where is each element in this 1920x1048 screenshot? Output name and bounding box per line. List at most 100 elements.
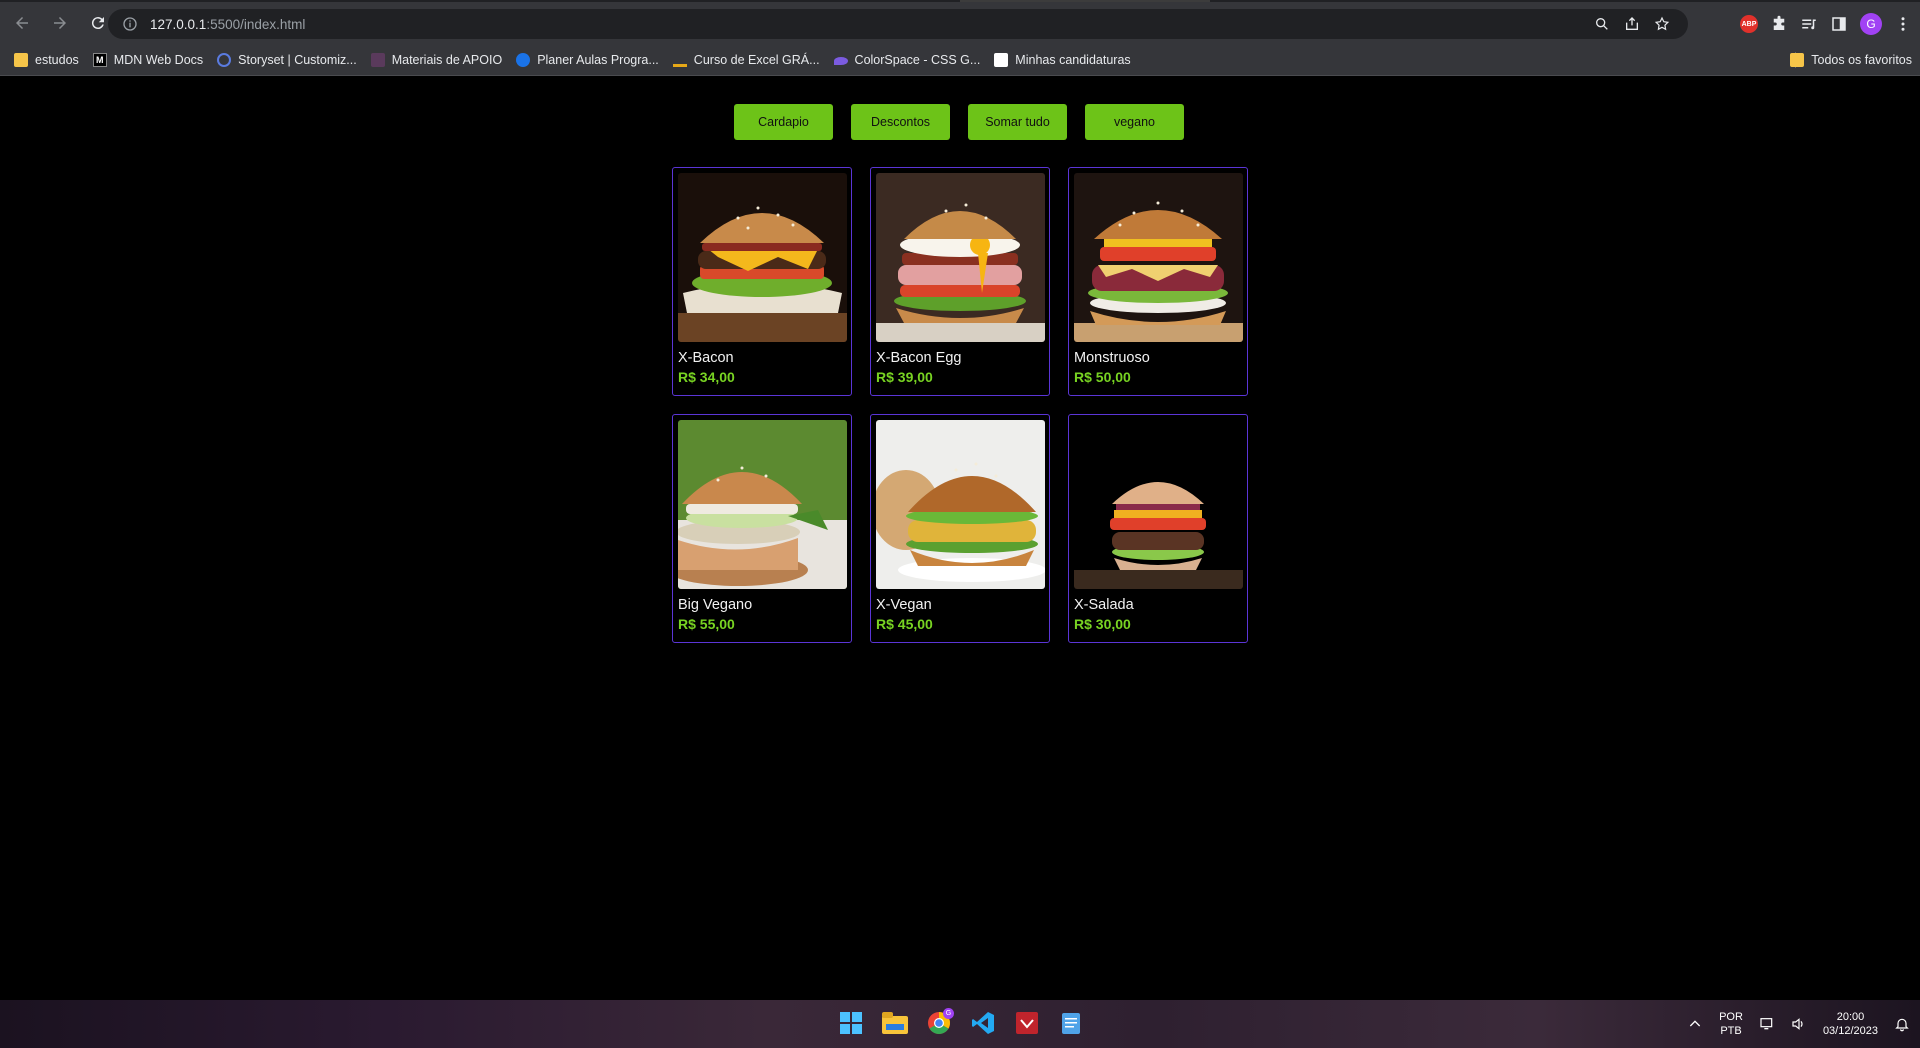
- language-code: POR: [1719, 1011, 1743, 1023]
- bookmark-label: Planer Aulas Progra...: [537, 52, 659, 67]
- bookmark-label: Curso de Excel GRÁ...: [693, 52, 820, 67]
- bookmark-label: MDN Web Docs: [113, 52, 204, 67]
- burger-image: [1074, 173, 1243, 342]
- chrome-icon[interactable]: G: [924, 1008, 954, 1038]
- product-name: X-Vegan: [876, 597, 932, 613]
- mdn-icon: M: [92, 52, 107, 67]
- product-card: X-Bacon R$ 34,00: [672, 167, 852, 396]
- product-name: Big Vegano: [678, 597, 753, 613]
- bookmark-apoio[interactable]: Materiais de APOIO: [370, 52, 503, 67]
- action-buttons: Cardapio Descontos Somar tudo vegano: [734, 104, 1184, 140]
- product-card: Big Vegano R$ 55,00: [672, 414, 852, 643]
- bookmark-mdn[interactable]: M MDN Web Docs: [92, 52, 204, 67]
- notification-bell-icon[interactable]: [1894, 1016, 1910, 1032]
- bookmark-colorspace[interactable]: ColorSpace - CSS G...: [833, 52, 981, 67]
- arrow-right-icon: [54, 17, 66, 29]
- bookmark-label: estudos: [35, 52, 79, 67]
- arrow-left-icon: [16, 17, 28, 29]
- zoom-icon[interactable]: [1594, 16, 1610, 32]
- product-price: R$ 45,00: [876, 616, 933, 632]
- back-button[interactable]: [8, 9, 36, 37]
- url-host: 127.0.0.1: [150, 16, 207, 32]
- share-icon[interactable]: [1624, 16, 1640, 32]
- bookmark-planer[interactable]: Planer Aulas Progra...: [516, 52, 659, 67]
- bookmark-candidaturas[interactable]: Minhas candidaturas: [994, 52, 1131, 67]
- product-name: X-Bacon: [678, 350, 734, 366]
- product-card: Monstruoso R$ 50,00: [1068, 167, 1248, 396]
- apoio-icon: [370, 52, 385, 67]
- app-icon[interactable]: [1012, 1008, 1042, 1038]
- forward-button[interactable]: [46, 9, 74, 37]
- adblock-icon[interactable]: ABP: [1740, 15, 1758, 33]
- star-icon[interactable]: [1654, 16, 1670, 32]
- burger-image: [876, 173, 1045, 342]
- storyset-icon: [217, 52, 232, 67]
- taskbar-icons: G: [836, 1008, 1086, 1038]
- bookmark-label: Storyset | Customiz...: [238, 52, 357, 67]
- vegano-button[interactable]: vegano: [1085, 104, 1184, 140]
- planer-icon: [516, 52, 531, 67]
- chevron-up-icon[interactable]: [1687, 1016, 1703, 1032]
- address-bar[interactable]: 127.0.0.1:5500/index.html: [108, 9, 1688, 39]
- bookmark-estudos[interactable]: estudos: [14, 52, 79, 67]
- keyboard-layout: PTB: [1720, 1025, 1742, 1037]
- browser-toolbar: 127.0.0.1:5500/index.html ABP G: [0, 2, 1920, 44]
- puzzle-icon[interactable]: [1770, 15, 1788, 33]
- product-price: R$ 30,00: [1074, 616, 1131, 632]
- burger-image: [678, 420, 847, 589]
- kebab-menu-icon[interactable]: [1894, 15, 1912, 33]
- volume-icon[interactable]: [1791, 1016, 1807, 1032]
- folder-icon: [14, 52, 28, 67]
- somar-tudo-button[interactable]: Somar tudo: [968, 104, 1067, 140]
- url-text: 127.0.0.1:5500/index.html: [150, 17, 305, 32]
- profile-avatar[interactable]: G: [1860, 13, 1882, 35]
- bookmark-excel-course[interactable]: Curso de Excel GRÁ...: [672, 52, 820, 67]
- product-name: Monstruoso: [1074, 350, 1150, 366]
- product-name: X-Bacon Egg: [876, 350, 962, 366]
- extensions-area: ABP G: [1740, 9, 1912, 39]
- windows-start-icon[interactable]: [836, 1008, 866, 1038]
- all-bookmarks-label: Todos os favoritos: [1811, 53, 1912, 67]
- side-panel-icon[interactable]: [1830, 15, 1848, 33]
- product-name: X-Salada: [1074, 597, 1134, 613]
- time-text: 20:00: [1836, 1011, 1865, 1023]
- cardapio-button[interactable]: Cardapio: [734, 104, 833, 140]
- colorspace-icon: [833, 57, 848, 65]
- burger-image: [876, 420, 1045, 589]
- product-price: R$ 34,00: [678, 369, 735, 385]
- product-card: X-Bacon Egg R$ 39,00: [870, 167, 1050, 396]
- product-price: R$ 39,00: [876, 369, 933, 385]
- chrome-profile-badge: G: [943, 1008, 954, 1019]
- bookmarks-bar: estudos M MDN Web Docs Storyset | Custom…: [0, 44, 1920, 76]
- language-indicator[interactable]: POR PTB: [1719, 1010, 1743, 1038]
- burger-image: [678, 173, 847, 342]
- product-price: R$ 55,00: [678, 616, 735, 632]
- product-grid: X-Bacon R$ 34,00 X-Bacon Egg R$ 39,00 Mo…: [672, 167, 1248, 643]
- file-explorer-icon[interactable]: [880, 1008, 910, 1038]
- bookmark-storyset[interactable]: Storyset | Customiz...: [217, 52, 357, 67]
- product-card: X-Salada R$ 30,00: [1068, 414, 1248, 643]
- reload-icon: [91, 17, 104, 30]
- network-icon[interactable]: [1759, 1016, 1775, 1032]
- product-card: X-Vegan R$ 45,00: [870, 414, 1050, 643]
- taskbar: G POR PTB 20:00 03/12/2023: [0, 1000, 1920, 1048]
- page-content: Cardapio Descontos Somar tudo vegano X-B…: [0, 77, 1920, 1000]
- folder-icon: [1790, 53, 1805, 67]
- all-bookmarks[interactable]: Todos os favoritos: [1790, 44, 1912, 76]
- excel-course-icon: [672, 53, 687, 67]
- vscode-icon[interactable]: [968, 1008, 998, 1038]
- notepad-icon[interactable]: [1056, 1008, 1086, 1038]
- bookmark-label: Materiais de APOIO: [391, 52, 503, 67]
- system-tray: POR PTB 20:00 03/12/2023: [1687, 1000, 1910, 1048]
- omnibox-actions: [1594, 9, 1670, 39]
- burger-image: [1074, 420, 1243, 589]
- bookmark-label: ColorSpace - CSS G...: [854, 52, 981, 67]
- descontos-button[interactable]: Descontos: [851, 104, 950, 140]
- candidaturas-icon: [994, 52, 1009, 67]
- date-text: 03/12/2023: [1822, 1025, 1878, 1037]
- info-icon: [123, 17, 137, 31]
- media-queue-icon[interactable]: [1800, 15, 1818, 33]
- bookmark-label: Minhas candidaturas: [1015, 52, 1131, 67]
- url-path: :5500/index.html: [206, 16, 306, 32]
- clock[interactable]: 20:00 03/12/2023: [1823, 1010, 1878, 1038]
